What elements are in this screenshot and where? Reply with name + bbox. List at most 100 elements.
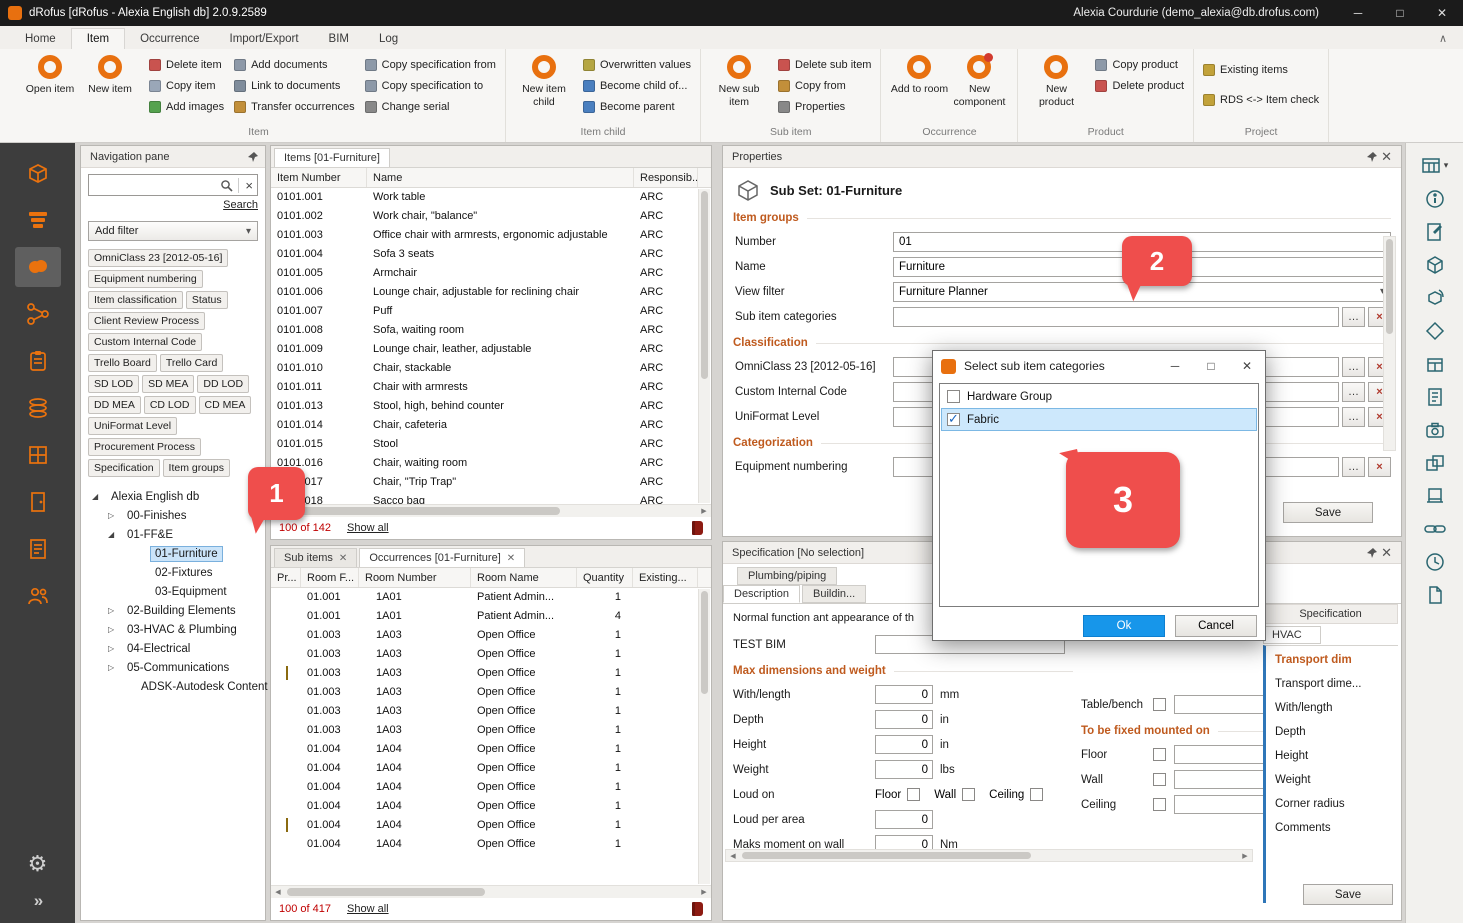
item-row[interactable]: 0101.001 Work table ARC — [271, 188, 698, 207]
settings-gear-icon[interactable]: ⚙ — [28, 853, 48, 875]
fixed-mounted-input[interactable] — [1174, 770, 1270, 789]
sync-object-icon[interactable] — [1425, 281, 1445, 314]
copy-specification-to-button[interactable]: Copy specification to — [365, 77, 496, 95]
spec-nav-item[interactable]: Comments — [1275, 822, 1398, 834]
occurrence-row[interactable]: 01.004 1A04 Open Office 1 — [271, 816, 698, 835]
copy-item-button[interactable]: Copy item — [149, 77, 224, 95]
occurrence-row[interactable]: 01.003 1A03 Open Office 1 — [271, 645, 698, 664]
layers-stack-icon[interactable] — [15, 200, 61, 240]
search-icon[interactable] — [220, 179, 233, 192]
properties-save-button[interactable]: Save — [1283, 502, 1373, 523]
history-clock-icon[interactable] — [1425, 545, 1445, 578]
ribbon-tab[interactable]: Home — [10, 29, 71, 49]
close-icon[interactable]: ✕ — [1229, 351, 1265, 381]
tab-hvac[interactable]: HVAC — [1263, 626, 1321, 644]
copy-specification-from-button[interactable]: Copy specification from — [365, 56, 496, 74]
category-checkbox[interactable] — [947, 413, 960, 426]
info-icon[interactable] — [1425, 182, 1445, 215]
item-row[interactable]: 0101.007 Puff ARC — [271, 302, 698, 321]
tree-expander-icon[interactable]: ▷ — [108, 625, 122, 634]
camera-icon[interactable] — [1425, 413, 1445, 446]
fixed-mounted-checkbox[interactable] — [1153, 748, 1166, 761]
occurrences-horizontal-scrollbar[interactable]: ◀ ▶ — [271, 885, 711, 898]
item-row[interactable]: 0101.010 Chair, stackable ARC — [271, 359, 698, 378]
fixed-mounted-checkbox[interactable] — [1153, 798, 1166, 811]
become-child-of-button[interactable]: Become child of... — [583, 77, 691, 95]
dimension-input[interactable] — [875, 710, 933, 729]
ribbon-tab[interactable]: Item — [71, 28, 125, 49]
specification-save-button[interactable]: Save — [1303, 884, 1393, 905]
filter-chip[interactable]: Item groups — [163, 459, 230, 477]
column-existing[interactable]: Existing... — [633, 568, 698, 587]
item-row[interactable]: 0101.016 Chair, waiting room ARC — [271, 454, 698, 473]
ribbon-tab[interactable]: Import/Export — [215, 29, 314, 49]
tree-item[interactable]: ◢ 01-FF&E — [88, 525, 258, 544]
close-panel-icon[interactable]: ✕ — [1378, 149, 1395, 165]
browse-ellipsis-icon[interactable]: … — [1342, 457, 1365, 477]
filter-chip[interactable]: CD MEA — [199, 396, 252, 414]
dimension-input[interactable] — [875, 760, 933, 779]
package-icon[interactable] — [1425, 347, 1445, 380]
ribbon-tab[interactable]: Occurrence — [125, 29, 214, 49]
tab-occurrences[interactable]: Occurrences [01-Furniture] ✕ — [359, 548, 525, 567]
browse-ellipsis-icon[interactable]: … — [1342, 307, 1365, 327]
pin-icon[interactable] — [1366, 547, 1378, 559]
new-item-button[interactable]: New item — [81, 51, 139, 125]
occurrence-row[interactable]: 01.004 1A04 Open Office 1 — [271, 835, 698, 854]
overwritten-values-button[interactable]: Overwritten values — [583, 56, 691, 74]
occurrence-row[interactable]: 01.004 1A04 Open Office 1 — [271, 740, 698, 759]
tree-item[interactable]: ▷ 04-Electrical — [88, 639, 258, 658]
filter-chip[interactable]: Trello Card — [160, 354, 224, 372]
pin-icon[interactable] — [1366, 151, 1378, 163]
properties-scrollbar[interactable] — [1383, 236, 1396, 451]
fixed-mounted-checkbox[interactable] — [1153, 773, 1166, 786]
item-row[interactable]: 0101.011 Chair with armrests ARC — [271, 378, 698, 397]
loud-per-area-input[interactable] — [875, 810, 933, 829]
item-row[interactable]: 0101.003 Office chair with armrests, erg… — [271, 226, 698, 245]
tab-building[interactable]: Buildin... — [802, 585, 866, 603]
column-room-name[interactable]: Room Name — [471, 568, 577, 587]
browse-ellipsis-icon[interactable]: … — [1342, 382, 1365, 402]
new-sub-item-button[interactable]: New sub item — [710, 51, 768, 125]
clear-search-icon[interactable]: × — [238, 178, 253, 193]
tree-expander-icon[interactable]: ▷ — [108, 644, 122, 653]
log-book-icon[interactable] — [692, 521, 703, 535]
room-relations-icon[interactable] — [15, 294, 61, 334]
spec-nav-item[interactable]: Corner radius — [1275, 798, 1398, 810]
tab-plumbing-piping[interactable]: Plumbing/piping — [737, 567, 837, 585]
spec-nav-item[interactable]: With/length — [1275, 702, 1398, 714]
room-data-sheet-icon[interactable] — [15, 341, 61, 381]
column-quantity[interactable]: Quantity — [577, 568, 633, 587]
tree-item[interactable]: 02-Fixtures — [88, 563, 258, 582]
table-bench-checkbox[interactable] — [1153, 698, 1166, 711]
add-images-button[interactable]: Add images — [149, 98, 224, 116]
reports-icon[interactable] — [15, 529, 61, 569]
tab-items-01-furniture[interactable]: Items [01-Furniture] — [274, 148, 390, 167]
document-icon[interactable] — [1425, 380, 1445, 413]
close-tab-icon[interactable]: ✕ — [339, 553, 347, 564]
ok-button[interactable]: Ok — [1083, 615, 1165, 637]
spec-nav-item[interactable]: Transport dime... — [1275, 678, 1398, 690]
filter-chip[interactable]: Custom Internal Code — [88, 333, 202, 351]
spec-nav-item[interactable]: Weight — [1275, 774, 1398, 786]
occurrence-row[interactable]: 01.004 1A04 Open Office 1 — [271, 778, 698, 797]
filter-chip[interactable]: Equipment numbering — [88, 270, 203, 288]
new-item-child-button[interactable]: New item child — [515, 51, 573, 125]
rooms-icon[interactable] — [15, 247, 61, 287]
fixed-mounted-input[interactable] — [1174, 795, 1270, 814]
spec-nav-item[interactable]: Height — [1275, 750, 1398, 762]
bim-models-icon[interactable] — [15, 153, 61, 193]
tab-sub-items[interactable]: Sub items ✕ — [274, 548, 357, 567]
column-responsible[interactable]: Responsib... — [634, 168, 698, 187]
maximize-icon[interactable]: □ — [1379, 0, 1421, 26]
tab-description[interactable]: Description — [723, 585, 800, 603]
component-icon[interactable] — [1425, 314, 1445, 347]
tree-expander-icon[interactable]: ▷ — [108, 511, 122, 520]
copy-from-button[interactable]: Copy from — [778, 77, 871, 95]
loud-on-wall-checkbox[interactable] — [962, 788, 975, 801]
maximize-icon[interactable]: □ — [1193, 351, 1229, 381]
new-product-button[interactable]: New product — [1027, 51, 1085, 125]
tree-item[interactable]: ◢ Alexia English db — [88, 487, 258, 506]
open-item-button[interactable]: Open item — [21, 51, 79, 125]
filter-chip[interactable]: Status — [186, 291, 228, 309]
